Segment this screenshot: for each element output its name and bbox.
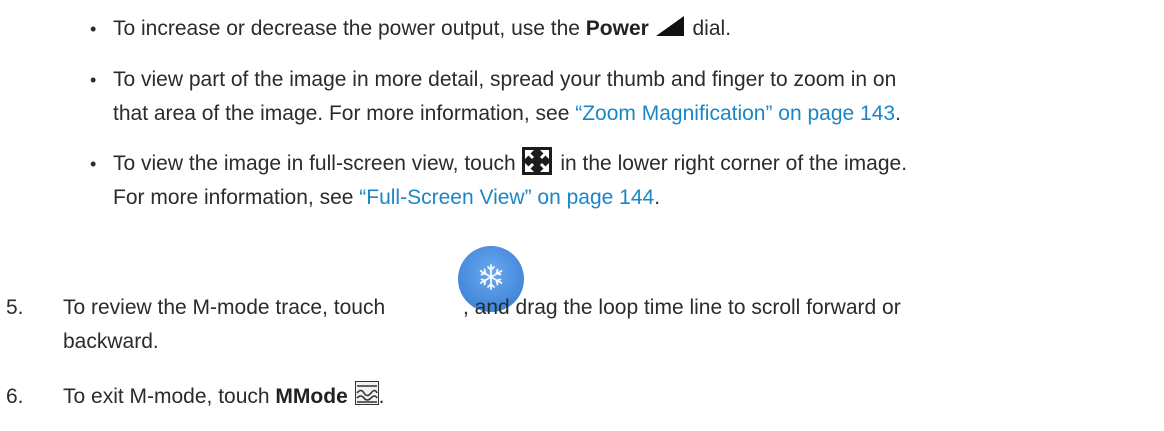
step-5-line1: To review the M-mode trace, touch , and …	[63, 291, 1156, 325]
bullet-power-text: To increase or decrease the power output…	[113, 17, 586, 40]
step-number: 5.	[6, 296, 24, 319]
bullet-fullscreen-text: To view the image in full-screen view, t…	[113, 152, 522, 175]
bullet-text: To view the image in full-screen view, t…	[113, 147, 1150, 215]
step-6-prefix: To exit M-mode, touch	[63, 385, 276, 408]
bullet-zoom-line2: that area of the image. For more informa…	[113, 97, 1150, 131]
power-wedge-icon	[655, 12, 685, 40]
bullet-zoom-period: .	[895, 102, 901, 125]
power-label: Power	[585, 17, 649, 40]
step-6-text: To exit M-mode, touch MMode .	[63, 380, 1156, 414]
bullet-power-suffix: dial.	[686, 17, 732, 40]
mmode-label: MMode	[275, 385, 348, 408]
step-5-text: To review the M-mode trace, touch , and …	[63, 291, 1156, 359]
bullet-fullscreen-line2-text: For more information, see	[113, 186, 360, 210]
full-screen-view-link[interactable]: “Full-Screen View” on page 144	[359, 186, 654, 209]
bullet-text: To increase or decrease the power output…	[113, 12, 1150, 46]
zoom-magnification-link[interactable]: “Zoom Magnification” on page 143	[575, 102, 895, 125]
step-6-period: .	[378, 385, 385, 408]
bullet-text: To view part of the image in more detail…	[113, 63, 1150, 131]
bullet-fullscreen-period: .	[654, 186, 661, 210]
fullscreen-expand-icon	[521, 147, 552, 176]
step-5: 5. To review the M-mode trace, touch , a…	[6, 291, 1156, 359]
bullet-marker: •	[90, 70, 97, 90]
step-5-prefix: To review the M-mode trace, touch	[63, 296, 391, 319]
bullet-marker: •	[90, 19, 97, 39]
bullet-fullscreen: • To view the image in full-screen view,…	[90, 147, 1150, 215]
mmode-icon	[354, 381, 379, 406]
document-page: • To increase or decrease the power outp…	[0, 0, 1164, 431]
step-6: 6. To exit M-mode, touch MMode .	[6, 380, 1156, 414]
bullet-fullscreen-suffix: in the lower right corner of the image.	[554, 152, 908, 175]
bullet-zoom-line2-text: that area of the image. For more informa…	[113, 102, 576, 125]
step-number: 6.	[6, 385, 24, 408]
bullet-power: • To increase or decrease the power outp…	[90, 12, 1150, 46]
step-5-line2: backward.	[63, 330, 159, 353]
bullet-fullscreen-line1: To view the image in full-screen view, t…	[113, 147, 1150, 181]
bullet-zoom-line1: To view part of the image in more detail…	[113, 68, 897, 91]
step-5-suffix: , and drag the loop time line to scroll …	[462, 296, 901, 319]
bullet-marker: •	[90, 154, 97, 174]
bullet-zoom: • To view part of the image in more deta…	[90, 63, 1150, 131]
bullet-fullscreen-line2: For more information, see “Full-Screen V…	[113, 181, 1150, 215]
